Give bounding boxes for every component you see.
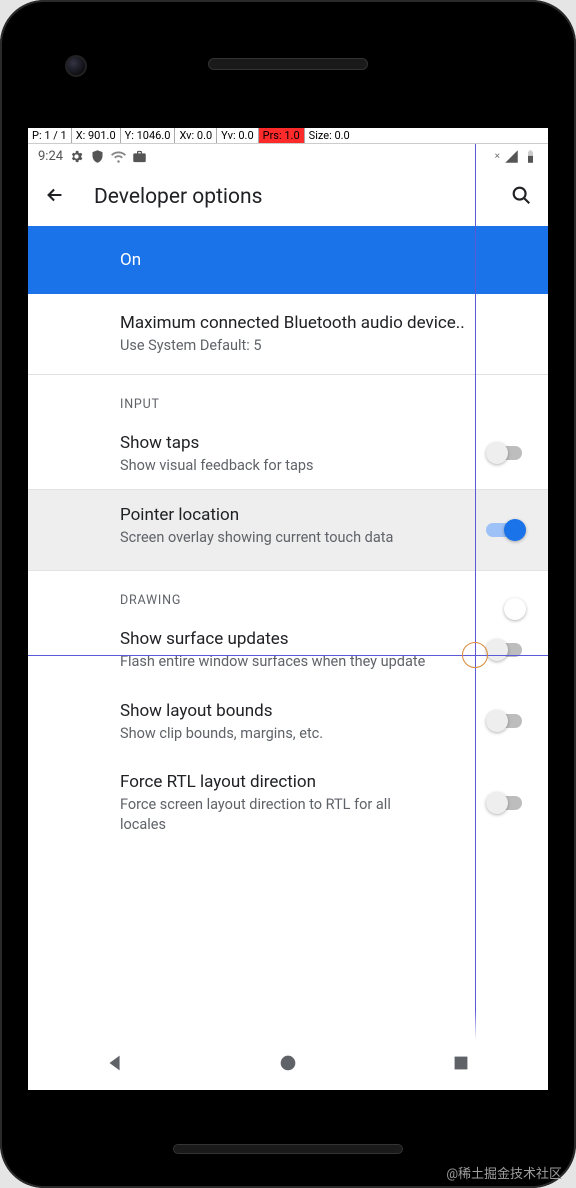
status-bar: 9:24 × bbox=[28, 144, 548, 168]
show-taps-row[interactable]: Show taps Show visual feedback for taps bbox=[28, 418, 548, 490]
row-title: Show surface updates bbox=[120, 628, 468, 650]
master-toggle-label: On bbox=[120, 250, 526, 270]
master-toggle-row[interactable]: On bbox=[28, 226, 548, 294]
row-subtitle: Use System Default: 5 bbox=[120, 336, 526, 356]
triangle-back-icon bbox=[104, 1052, 126, 1074]
pointer-crosshair-circle bbox=[462, 642, 488, 668]
pointer-size: Size: 0.0 bbox=[305, 128, 354, 143]
force-rtl-switch[interactable] bbox=[486, 791, 526, 815]
signal-x: × bbox=[495, 151, 500, 162]
navigation-bar bbox=[28, 1040, 548, 1090]
row-subtitle: Show visual feedback for taps bbox=[120, 456, 468, 476]
row-subtitle: Show clip bounds, margins, etc. bbox=[120, 724, 468, 744]
back-arrow-icon bbox=[44, 184, 66, 206]
shield-icon bbox=[90, 149, 105, 164]
search-button[interactable] bbox=[510, 184, 532, 210]
nav-home-button[interactable] bbox=[277, 1052, 299, 1078]
pointer-p: P: 1 / 1 bbox=[28, 128, 72, 143]
search-icon bbox=[510, 184, 532, 206]
status-clock: 9:24 bbox=[38, 149, 63, 164]
pointer-location-switch[interactable] bbox=[486, 518, 526, 542]
page-title: Developer options bbox=[94, 185, 482, 209]
wifi-question-icon bbox=[111, 149, 126, 164]
layout-bounds-row[interactable]: Show layout bounds Show clip bounds, mar… bbox=[28, 686, 548, 758]
row-subtitle: Force screen layout direction to RTL for… bbox=[120, 795, 440, 834]
section-header-input: INPUT bbox=[28, 375, 548, 418]
bluetooth-audio-row[interactable]: Maximum connected Bluetooth audio device… bbox=[28, 294, 548, 374]
nav-recent-button[interactable] bbox=[450, 1052, 472, 1078]
row-title: Maximum connected Bluetooth audio device… bbox=[120, 312, 526, 334]
app-bar: Developer options bbox=[28, 168, 548, 226]
row-subtitle: Screen overlay showing current touch dat… bbox=[120, 528, 420, 548]
row-title: Show layout bounds bbox=[120, 700, 468, 722]
pointer-yv: Yv: 0.0 bbox=[217, 128, 258, 143]
gear-icon bbox=[69, 149, 84, 164]
pointer-y: Y: 1046.0 bbox=[121, 128, 176, 143]
screen: P: 1 / 1 X: 901.0 Y: 1046.0 Xv: 0.0 Yv: … bbox=[28, 128, 548, 1090]
back-button[interactable] bbox=[44, 184, 66, 210]
phone-frame: P: 1 / 1 X: 901.0 Y: 1046.0 Xv: 0.0 Yv: … bbox=[0, 0, 576, 1188]
row-title: Pointer location bbox=[120, 504, 468, 526]
earpiece-speaker bbox=[208, 58, 368, 70]
row-title: Show taps bbox=[120, 432, 468, 454]
pointer-prs: Prs: 1.0 bbox=[259, 128, 305, 143]
pointer-x: X: 901.0 bbox=[72, 128, 121, 143]
pointer-crosshair-vertical bbox=[475, 128, 476, 1090]
fade-overlay bbox=[28, 1010, 548, 1040]
force-rtl-row[interactable]: Force RTL layout direction Force screen … bbox=[28, 757, 548, 848]
circle-home-icon bbox=[277, 1052, 299, 1074]
front-camera bbox=[65, 55, 87, 77]
watermark: @稀土掘金技术社区 bbox=[446, 1163, 562, 1182]
pointer-overlay-bar: P: 1 / 1 X: 901.0 Y: 1046.0 Xv: 0.0 Yv: … bbox=[28, 128, 548, 144]
battery-icon bbox=[523, 149, 538, 164]
section-header-drawing: DRAWING bbox=[28, 571, 548, 614]
square-recent-icon bbox=[450, 1052, 472, 1074]
nav-back-button[interactable] bbox=[104, 1052, 126, 1078]
bottom-speaker bbox=[173, 1144, 403, 1154]
row-title: Force RTL layout direction bbox=[120, 771, 468, 793]
show-taps-switch[interactable] bbox=[486, 441, 526, 465]
surface-updates-switch[interactable] bbox=[486, 638, 526, 662]
pointer-xv: Xv: 0.0 bbox=[175, 128, 217, 143]
pointer-location-row[interactable]: Pointer location Screen overlay showing … bbox=[28, 489, 548, 571]
cellular-icon bbox=[504, 149, 519, 164]
layout-bounds-switch[interactable] bbox=[486, 709, 526, 733]
briefcase-icon bbox=[132, 149, 147, 164]
